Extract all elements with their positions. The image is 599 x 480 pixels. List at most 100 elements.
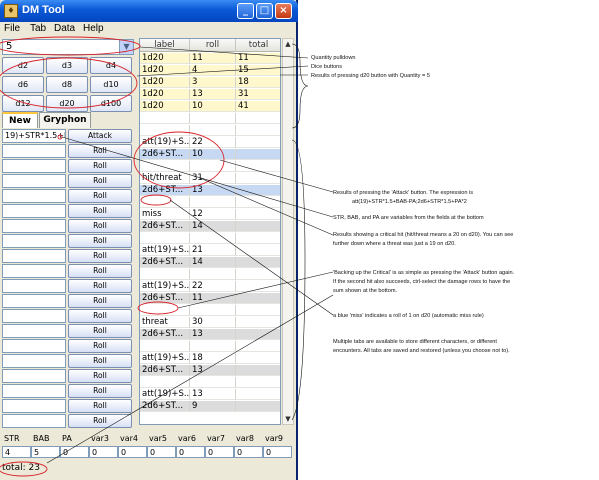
- table-row[interactable]: 2d6+ST... 9: [140, 401, 280, 412]
- roll-button[interactable]: Roll: [68, 174, 132, 188]
- variable-field[interactable]: 0: [263, 446, 292, 458]
- title-bar[interactable]: ♦ DM Tool _ □ ×: [0, 0, 298, 22]
- column-header-label[interactable]: label: [140, 39, 190, 52]
- table-row[interactable]: miss 12: [140, 209, 280, 220]
- table-row[interactable]: hit/threat 31: [140, 173, 280, 184]
- roll-button[interactable]: Roll: [68, 159, 132, 173]
- d100-button[interactable]: d100: [90, 95, 132, 112]
- roll-button[interactable]: Roll: [68, 234, 132, 248]
- expression-input[interactable]: [2, 249, 66, 263]
- menu-file[interactable]: File: [4, 23, 20, 34]
- table-row[interactable]: 1d20 13 31: [140, 89, 280, 100]
- minimize-button[interactable]: _: [237, 3, 254, 19]
- d8-button[interactable]: d8: [46, 76, 88, 93]
- d3-button[interactable]: d3: [46, 57, 88, 74]
- roll-button[interactable]: Roll: [68, 219, 132, 233]
- roll-button[interactable]: Roll: [68, 264, 132, 278]
- expression-input[interactable]: [2, 339, 66, 353]
- table-row[interactable]: att(19)+S... 22: [140, 281, 280, 292]
- d12-button[interactable]: d12: [2, 95, 44, 112]
- expression-input[interactable]: [2, 324, 66, 338]
- roll-button[interactable]: Roll: [68, 339, 132, 353]
- d4-button[interactable]: d4: [90, 57, 132, 74]
- variable-field[interactable]: 0: [60, 446, 89, 458]
- table-row[interactable]: 2d6+ST... 10: [140, 149, 280, 160]
- table-row[interactable]: [140, 197, 280, 208]
- expression-input[interactable]: [2, 414, 66, 428]
- column-header-roll[interactable]: roll: [190, 39, 236, 52]
- expression-input[interactable]: 19)+STR*1.5+l: [2, 129, 66, 143]
- table-row[interactable]: 2d6+ST... 11: [140, 293, 280, 304]
- expression-input[interactable]: [2, 384, 66, 398]
- table-row[interactable]: 2d6+ST... 13: [140, 365, 280, 376]
- variable-field[interactable]: 0: [176, 446, 205, 458]
- tab-gryphon[interactable]: Gryphon: [39, 112, 91, 128]
- d6-button[interactable]: d6: [2, 76, 44, 93]
- expression-input[interactable]: [2, 264, 66, 278]
- table-row[interactable]: [140, 161, 280, 172]
- d20-button[interactable]: d20: [46, 95, 88, 112]
- table-row[interactable]: [140, 377, 280, 388]
- roll-button[interactable]: Roll: [68, 369, 132, 383]
- expression-input[interactable]: [2, 279, 66, 293]
- table-row[interactable]: [140, 113, 280, 124]
- table-row[interactable]: 1d20 10 41: [140, 101, 280, 112]
- roll-button[interactable]: Roll: [68, 399, 132, 413]
- table-row[interactable]: 1d20 3 18: [140, 77, 280, 88]
- expression-input[interactable]: [2, 309, 66, 323]
- table-row[interactable]: [140, 269, 280, 280]
- variable-field[interactable]: 0: [205, 446, 234, 458]
- expression-input[interactable]: [2, 174, 66, 188]
- scroll-up-icon[interactable]: ▲: [283, 39, 293, 49]
- menu-help[interactable]: Help: [83, 23, 104, 34]
- table-row[interactable]: 2d6+ST... 14: [140, 221, 280, 232]
- table-row[interactable]: threat 30: [140, 317, 280, 328]
- roll-button[interactable]: Roll: [68, 144, 132, 158]
- maximize-button[interactable]: □: [256, 3, 273, 19]
- expression-input[interactable]: [2, 204, 66, 218]
- variable-field[interactable]: 0: [118, 446, 147, 458]
- variable-field[interactable]: 4: [2, 446, 31, 458]
- table-row[interactable]: 2d6+ST... 13: [140, 185, 280, 196]
- d2-button[interactable]: d2: [2, 57, 44, 74]
- variable-field[interactable]: 0: [147, 446, 176, 458]
- roll-button[interactable]: Roll: [68, 384, 132, 398]
- expression-input[interactable]: [2, 234, 66, 248]
- roll-button[interactable]: Roll: [68, 279, 132, 293]
- scroll-down-icon[interactable]: ▼: [283, 414, 293, 424]
- roll-button[interactable]: Roll: [68, 324, 132, 338]
- expression-input[interactable]: [2, 399, 66, 413]
- roll-button[interactable]: Roll: [68, 189, 132, 203]
- table-row[interactable]: [140, 341, 280, 352]
- expression-input[interactable]: [2, 294, 66, 308]
- menu-tab[interactable]: Tab: [30, 23, 46, 34]
- table-row[interactable]: 2d6+ST... 14: [140, 257, 280, 268]
- expression-input[interactable]: [2, 369, 66, 383]
- table-row[interactable]: 2d6+ST... 13: [140, 329, 280, 340]
- table-row[interactable]: att(19)+S... 13: [140, 389, 280, 400]
- d10-button[interactable]: d10: [90, 76, 132, 93]
- tab-new[interactable]: New: [2, 112, 38, 128]
- roll-button[interactable]: Roll: [68, 414, 132, 428]
- attack-button[interactable]: Attack: [68, 129, 132, 143]
- roll-button[interactable]: Roll: [68, 204, 132, 218]
- table-row[interactable]: att(19)+S... 22: [140, 137, 280, 148]
- roll-button[interactable]: Roll: [68, 249, 132, 263]
- table-row[interactable]: att(19)+S... 21: [140, 245, 280, 256]
- expression-input[interactable]: [2, 159, 66, 173]
- table-row[interactable]: [140, 305, 280, 316]
- table-row[interactable]: 1d20 4 15: [140, 65, 280, 76]
- roll-button[interactable]: Roll: [68, 294, 132, 308]
- table-row[interactable]: [140, 125, 280, 136]
- menu-data[interactable]: Data: [54, 23, 75, 34]
- close-button[interactable]: ×: [275, 3, 292, 19]
- expression-input[interactable]: [2, 189, 66, 203]
- table-row[interactable]: 1d20 11 11: [140, 53, 280, 64]
- expression-input[interactable]: [2, 144, 66, 158]
- column-header-total[interactable]: total: [236, 39, 280, 52]
- expression-input[interactable]: [2, 219, 66, 233]
- variable-field[interactable]: 0: [234, 446, 263, 458]
- chevron-down-icon[interactable]: ▼: [119, 40, 133, 54]
- table-row[interactable]: att(19)+S... 18: [140, 353, 280, 364]
- expression-input[interactable]: [2, 354, 66, 368]
